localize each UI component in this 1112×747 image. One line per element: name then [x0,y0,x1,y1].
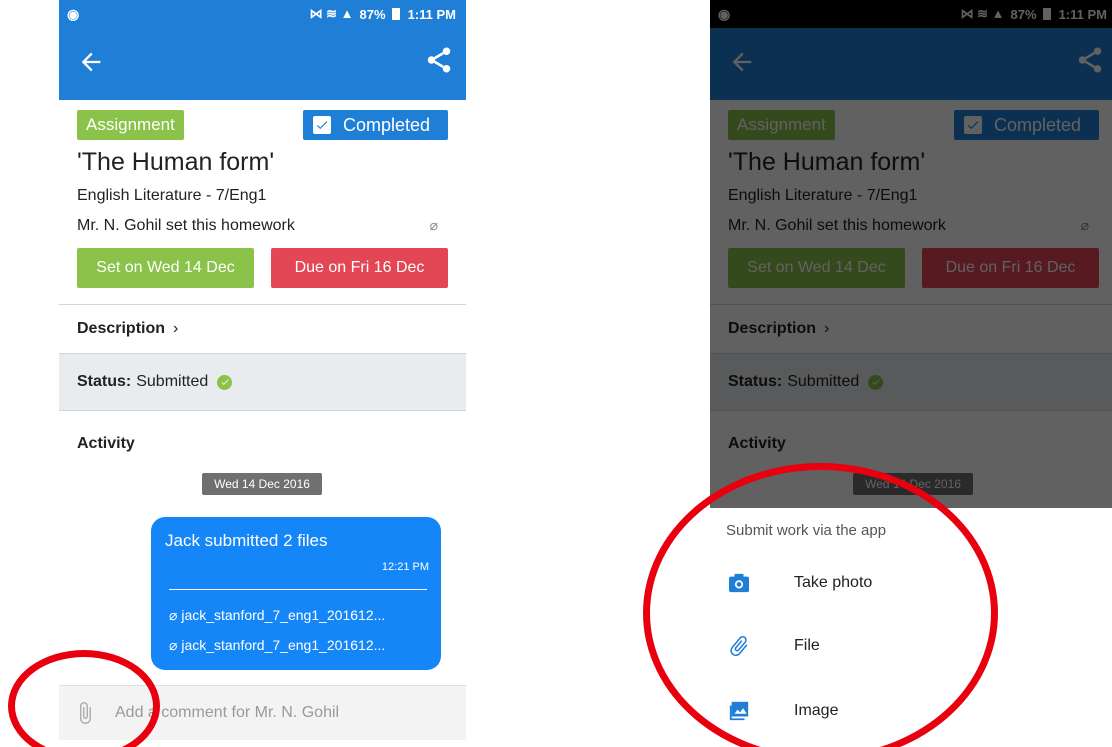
teacher-line: Mr. N. Gohil set this homework [77,217,295,234]
completed-label: Completed [343,114,431,135]
paperclip-icon: ⌀ [169,607,182,623]
status-label: Status: [77,373,132,390]
message-text: Jack submitted 2 files [165,531,328,550]
assignment-tag: Assignment [77,110,184,140]
signal-icons: ⋈ ≋ ▲ [309,6,354,21]
app-bar [59,28,466,100]
date-divider: Wed 14 Dec 2016 [202,473,322,495]
completed-checkbox-button[interactable]: Completed [303,110,448,140]
annotation-circle [643,463,998,747]
chevron-right-icon: › [173,320,179,337]
battery-percent: 87% [359,6,386,22]
message-time: 12:21 PM [381,561,429,573]
status-row: Status: Submitted [59,353,466,411]
battery-icon [391,8,400,20]
activity-title: Activity [77,435,135,452]
attachment-icon: ⌀ [429,217,438,233]
check-circle-icon [217,374,233,390]
clock: 1:11 PM [407,6,456,22]
divider [169,589,427,590]
status-bar: ◉ ⋈ ≋ ▲ 87% 1:11 PM [59,0,466,28]
description-label: Description [77,320,166,337]
checkbox-icon [313,116,331,134]
due-date-button[interactable]: Due on Fri 16 Dec [271,248,448,288]
assignment-subject: English Literature - 7/Eng1 [77,187,267,204]
phone-screen-left: ◉ ⋈ ≋ ▲ 87% 1:11 PM Assignment Completed… [59,0,466,740]
set-date-button[interactable]: Set on Wed 14 Dec [77,248,254,288]
file-link[interactable]: ⌀ jack_stanford_7_eng1_201612... [169,637,385,654]
description-row[interactable]: Description › [59,305,466,353]
assignment-header: Assignment Completed 'The Human form' En… [59,100,466,305]
paperclip-icon: ⌀ [169,637,182,653]
status-value: Submitted [136,373,209,390]
back-arrow-icon[interactable] [77,48,105,76]
file-link[interactable]: ⌀ jack_stanford_7_eng1_201612... [169,607,385,624]
modal-scrim[interactable] [710,0,1112,508]
share-icon[interactable] [424,44,454,76]
submission-message-bubble: Jack submitted 2 files 12:21 PM ⌀ jack_s… [151,517,441,670]
assignment-title: 'The Human form' [77,148,275,176]
sync-icon: ◉ [67,5,80,22]
